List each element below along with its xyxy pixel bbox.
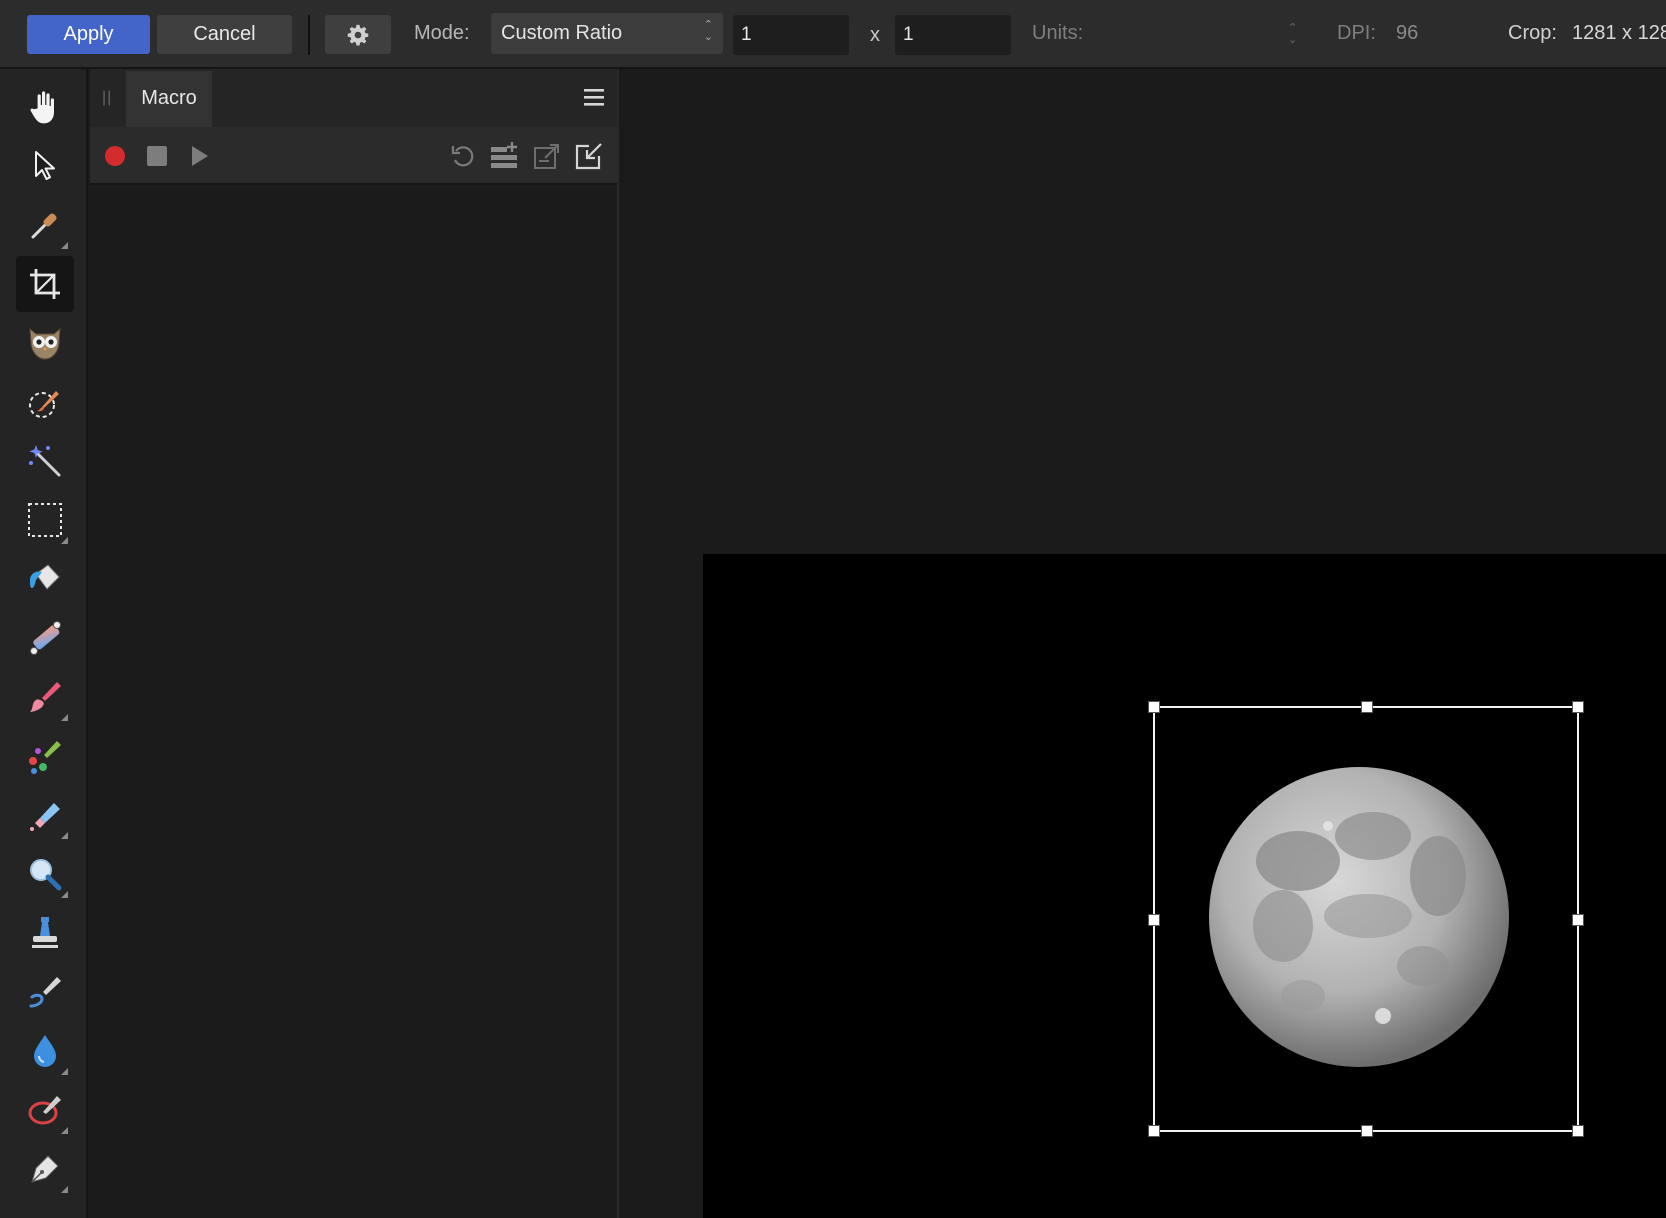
pen-nib-icon — [31, 1155, 59, 1183]
eyedropper-icon — [31, 213, 57, 239]
red-eye-tool[interactable] — [16, 1082, 74, 1138]
gradient-tool[interactable] — [16, 610, 74, 666]
tool-flyout-indicator — [61, 832, 68, 839]
play-icon — [192, 146, 208, 166]
macro-list-area[interactable] — [90, 187, 617, 1218]
crop-handle-top-left[interactable] — [1148, 701, 1160, 713]
reset-button[interactable] — [448, 141, 478, 171]
import-icon — [575, 143, 602, 170]
refine-selection-tool[interactable] — [16, 374, 74, 430]
crop-size-value: 1281 x 1281 — [1572, 22, 1666, 44]
clone-stamp-icon — [32, 917, 58, 948]
pointer-arrow-icon — [35, 151, 55, 180]
panel-menu-button[interactable] — [583, 86, 605, 113]
mode-select-value: Custom Ratio — [501, 22, 623, 44]
tool-flyout-indicator — [61, 891, 68, 898]
units-label: Units: — [1032, 22, 1084, 44]
record-icon — [105, 146, 125, 166]
hamburger-menu-icon — [584, 89, 604, 106]
units-select-chevron-icon[interactable]: ⌃ ⌄ — [1288, 22, 1297, 46]
gear-icon — [347, 24, 369, 46]
ratio-width-input[interactable]: 1 — [733, 15, 849, 55]
export-icon — [534, 144, 559, 169]
magic-wand-icon — [29, 445, 61, 477]
smudge-brush-icon — [29, 977, 61, 1008]
dpi-label: DPI: — [1337, 22, 1376, 44]
tool-flyout-indicator — [61, 1068, 68, 1075]
record-button[interactable] — [100, 141, 130, 171]
smudge-tool[interactable] — [16, 964, 74, 1020]
rectangular-marquee-tool[interactable] — [16, 492, 74, 548]
macro-controls — [90, 127, 617, 185]
crop-handle-bottom-right[interactable] — [1572, 1125, 1584, 1137]
hand-icon — [29, 90, 56, 125]
tool-flyout-indicator — [61, 1127, 68, 1134]
crop-handle-right[interactable] — [1572, 914, 1584, 926]
crop-handle-top-right[interactable] — [1572, 701, 1584, 713]
selection-brush-tool[interactable] — [16, 315, 74, 371]
dpi-value: 96 — [1396, 22, 1419, 44]
crop-handle-bottom[interactable] — [1361, 1125, 1373, 1137]
updown-chevron-icon: ⌃ ⌄ — [703, 19, 713, 43]
color-replace-brush-icon — [29, 741, 61, 774]
crop-frame[interactable] — [1148, 701, 1584, 1137]
view-tool[interactable] — [16, 79, 74, 135]
tools-panel — [0, 69, 88, 1218]
panel-drag-grip[interactable]: || — [102, 89, 112, 107]
crop-tool[interactable] — [16, 256, 74, 312]
apply-button[interactable]: Apply — [27, 15, 150, 54]
toolbar-divider — [308, 15, 310, 55]
paint-brush-icon — [30, 682, 61, 712]
settings-button[interactable] — [325, 15, 391, 54]
color-replacement-tool[interactable] — [16, 728, 74, 784]
pen-tool[interactable] — [16, 1141, 74, 1197]
tool-flyout-indicator — [61, 714, 68, 721]
play-button[interactable] — [184, 141, 214, 171]
flood-select-tool[interactable] — [16, 433, 74, 489]
mode-label: Mode: — [414, 22, 470, 44]
import-button[interactable] — [574, 141, 604, 171]
dodge-tool[interactable] — [16, 846, 74, 902]
move-tool[interactable] — [16, 138, 74, 194]
crop-label: Crop: — [1508, 22, 1557, 44]
tool-flyout-indicator — [61, 242, 68, 249]
paint-brush-tool[interactable] — [16, 669, 74, 725]
clone-tool[interactable] — [16, 905, 74, 961]
add-to-library-icon — [491, 142, 517, 168]
paint-bucket-icon — [30, 564, 60, 590]
reset-icon — [451, 146, 474, 167]
mode-select[interactable]: Custom Ratio ⌃ ⌄ — [491, 13, 723, 54]
blur-tool[interactable] — [16, 1023, 74, 1079]
cancel-button[interactable]: Cancel — [157, 15, 292, 54]
crop-handle-bottom-left[interactable] — [1148, 1125, 1160, 1137]
magnifier-dodge-icon — [30, 859, 62, 891]
context-toolbar: Apply Cancel Mode: Custom Ratio ⌃ ⌄ 1 x 1… — [0, 0, 1666, 69]
tab-macro[interactable]: Macro — [126, 71, 212, 127]
add-to-library-button[interactable] — [490, 141, 520, 171]
owl-icon — [29, 327, 61, 360]
crop-handle-left[interactable] — [1148, 914, 1160, 926]
eraser-icon — [30, 803, 60, 831]
export-button[interactable] — [532, 141, 562, 171]
tool-flyout-indicator — [61, 537, 68, 544]
stop-button[interactable] — [142, 141, 172, 171]
crop-handle-top[interactable] — [1361, 701, 1373, 713]
gradient-icon — [30, 621, 61, 655]
crop-icon — [30, 269, 60, 299]
brush-selection-icon — [29, 391, 59, 418]
inpainting-brush-icon — [28, 1096, 61, 1125]
tool-flyout-indicator — [61, 1186, 68, 1193]
marquee-icon — [28, 503, 62, 537]
stop-icon — [147, 146, 167, 166]
panel-tab-bar: || Macro — [90, 69, 617, 127]
ratio-separator: x — [870, 24, 880, 46]
color-picker-tool[interactable] — [16, 197, 74, 253]
erase-brush-tool[interactable] — [16, 787, 74, 843]
water-drop-icon — [34, 1035, 56, 1067]
ratio-height-input[interactable]: 1 — [895, 15, 1011, 55]
macro-panel: || Macro — [90, 69, 619, 1218]
flood-fill-tool[interactable] — [16, 551, 74, 607]
